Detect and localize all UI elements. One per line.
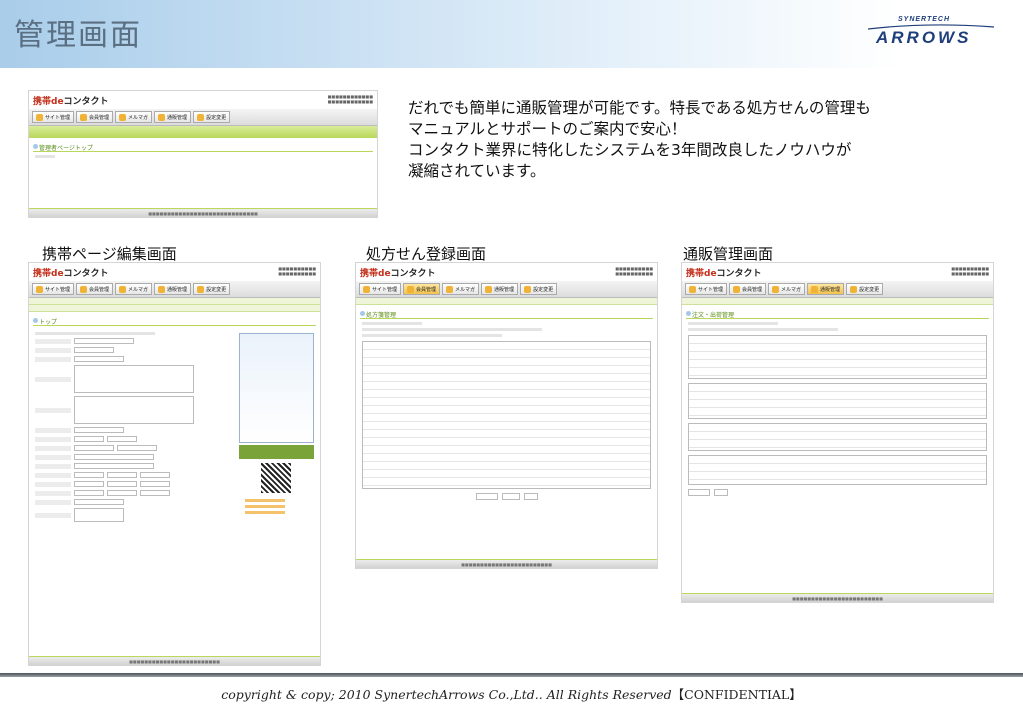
caption-mail-order: 通販管理画面 [683,245,774,263]
mock-heading: 管理者ページトップ [33,143,373,152]
screenshot-prescription: 携帯deコンタクト ■■■■■■■■■■ ■■■■■■■■■■ サイト管理 会員管… [355,262,658,569]
confidential-label: 【CONFIDENTIAL】 [671,687,802,702]
mock-nav: サイト管理 会員管理 メルマガ 通販管理 設定変更 [29,109,377,126]
description-line: だれでも簡単に通販管理が可能です。特長である処方せんの管理も [408,99,871,117]
description-line: マニュアルとサポートのご案内で安心！ [408,120,687,138]
caption-prescription: 処方せん登録画面 [366,245,487,263]
description-line: コンタクト業界に特化したシステムを3年間改良したノウハウが [408,141,852,159]
footer-rule [0,673,1023,677]
logo-main-text: ARROWS [876,28,972,47]
slide-header: 管理画面 SYNERTECH ARROWS [0,0,1023,68]
footer: copyright & copy; 2010 SynertechArrows C… [0,684,1023,703]
slide-title: 管理画面 [14,18,142,53]
description-line: 凝縮されています。 [408,162,546,180]
copyright-text: copyright & copy; 2010 SynertechArrows C… [221,687,672,702]
mock-phone-preview [239,333,314,525]
description: だれでも簡単に通販管理が可能です。特長である処方せんの管理も マニュアルとサポー… [408,98,998,182]
logo-top-text: SYNERTECH [898,16,951,23]
mock-nav-order: 通販管理 [154,111,192,123]
caption-mobile-edit: 携帯ページ編集画面 [42,245,177,263]
qr-code-icon [261,463,291,493]
mock-prescription-table [362,341,651,489]
mock-logo: 携帯deコンタクト [33,97,109,107]
mock-nav-settings: 設定変更 [193,111,231,123]
mock-nav-site: サイト管理 [32,111,75,123]
mock-nav-member: 会員管理 [76,111,114,123]
mock-login-info: ■■■■■■■■■■■■ ■■■■■■■■■■■■ [327,94,373,104]
screenshot-admin-top: 携帯deコンタクト ■■■■■■■■■■■■ ■■■■■■■■■■■■ サイト管理… [28,90,378,218]
synertech-arrows-logo: SYNERTECH ARROWS [868,16,994,56]
mock-footer: ■■■■■■■■■■■■■■■■■■■■■■■■■■■■■ [29,208,377,217]
screenshot-mobile-edit: 携帯deコンタクト ■■■■■■■■■■ ■■■■■■■■■■ サイト管理 会員管… [28,262,321,666]
screenshot-mail-order: 携帯deコンタクト ■■■■■■■■■■ ■■■■■■■■■■ サイト管理 会員管… [681,262,994,603]
mock-nav-mail: メルマガ [115,111,153,123]
